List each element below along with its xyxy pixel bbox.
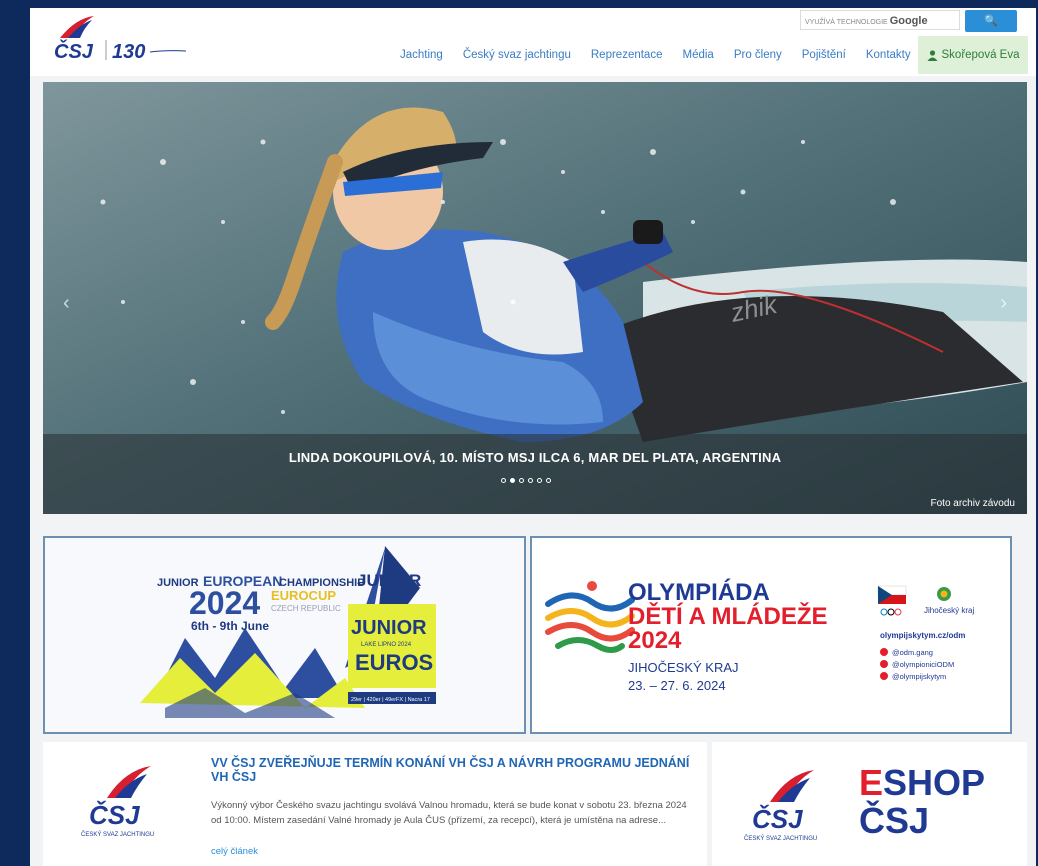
nav-item-media[interactable]: Média	[682, 49, 713, 61]
search-icon: 🔍	[984, 15, 998, 27]
search-label: VYUŽÍVÁ TECHNOLOGIE	[805, 19, 888, 26]
slider-dot[interactable]	[546, 478, 551, 483]
eshop-e: E	[859, 762, 884, 803]
anniversary-logo: 130	[112, 41, 145, 63]
instagram-icon	[880, 648, 888, 656]
eshop-banner[interactable]: ČSJ ČESKÝ SVAZ JACHTINGU ESHOP ČSJ	[712, 742, 1027, 866]
slider-dot-active[interactable]	[510, 478, 515, 483]
nav-item-jachting[interactable]: Jachting	[400, 49, 443, 61]
search-button[interactable]: 🔍	[965, 10, 1017, 32]
slider-dot[interactable]	[528, 478, 533, 483]
odm-url: olympijskytym.cz/odm	[880, 631, 965, 640]
euros-classes: 29er | 420er | 49erFX | Nacra 17	[351, 697, 430, 703]
caption-band	[43, 434, 1027, 514]
main-nav: Jachting Český svaz jachtingu Reprezenta…	[390, 38, 921, 72]
slider-dot[interactable]	[519, 478, 524, 483]
user-name: Skořepová Eva	[941, 49, 1020, 61]
olympiada-graphic: OLYMPIÁDA DĚTÍ A MLÁDEŽE 2024 JIHOČESKÝ …	[532, 538, 1010, 732]
nav-item-csj[interactable]: Český svaz jachtingu	[463, 49, 571, 61]
odm-social2: @olympioniciODM	[892, 660, 954, 669]
news-logo-caption: ČESKÝ SVAZ JACHTINGU	[81, 831, 154, 838]
photo-credit: Foto archiv závodu	[930, 498, 1016, 509]
news-more-link[interactable]: celý článek	[211, 846, 258, 857]
tiktok-icon	[880, 672, 888, 680]
euros-year: 2024	[189, 585, 260, 621]
eshop-label[interactable]: ESHOP ČSJ	[859, 764, 985, 840]
nav-item-kontakty[interactable]: Kontakty	[866, 49, 911, 61]
euros-badge-euros: EUROS	[355, 650, 433, 675]
user-icon	[927, 49, 937, 61]
euros-badge-sub: LAKE LIPNO 2024	[361, 642, 412, 648]
nav-item-pro-cleny[interactable]: Pro členy	[734, 49, 782, 61]
olympiada-banner[interactable]: OLYMPIÁDA DĚTÍ A MLÁDEŽE 2024 JIHOČESKÝ …	[530, 536, 1012, 734]
slider-dots	[501, 478, 551, 483]
euros-country: CZECH REPUBLIC	[271, 604, 341, 613]
eshop-logo-caption: ČESKÝ SVAZ JACHTINGU	[744, 835, 817, 842]
slider-next-icon[interactable]: ›	[1000, 292, 1007, 315]
czech-flag-icon	[877, 585, 907, 604]
news-body: Výkonný výbor Českého svazu jachtingu sv…	[211, 800, 687, 826]
odm-title2: DĚTÍ A MLÁDEŽE	[628, 602, 828, 630]
euros-dates: 6th - 9th June	[191, 619, 269, 633]
euros-eurocup: EUROCUP	[271, 588, 336, 603]
user-menu[interactable]: Skořepová Eva	[918, 36, 1028, 74]
euros-badge-junior: JUNIOR	[351, 617, 427, 639]
facebook-icon	[880, 660, 888, 668]
csj-logo[interactable]: ČSJ 130	[46, 14, 196, 64]
slide-caption[interactable]: LINDA DOKOUPILOVÁ, 10. MÍSTO MSJ ILCA 6,…	[43, 450, 1027, 465]
news-item: ČSJ ČESKÝ SVAZ JACHTINGU VV ČSJ ZVEŘEJŇU…	[43, 742, 707, 866]
slider-dot[interactable]	[501, 478, 506, 483]
junior-euros-graphic: JUNIOR JUNIOR EUROPEAN CHAMPIONSHIP 2024…	[45, 538, 524, 732]
search-area: VYUŽÍVÁ TECHNOLOGIE Google 🔍	[800, 10, 1017, 32]
nav-item-reprezentace[interactable]: Reprezentace	[591, 49, 663, 61]
euros-title-line1-a: JUNIOR	[357, 571, 421, 590]
search-input[interactable]: VYUŽÍVÁ TECHNOLOGIE Google	[800, 10, 960, 30]
odm-dates: 23. – 27. 6. 2024	[628, 678, 726, 693]
logo-text: ČSJ	[54, 39, 94, 63]
news-logo-text: ČSJ	[89, 800, 140, 830]
odm-region: JIHOČESKÝ KRAJ	[628, 660, 739, 675]
hero-slider[interactable]: zhik ‹ › LINDA DOKOUPILOVÁ, 10. MÍSTO MS…	[43, 82, 1027, 514]
google-brand: Google	[889, 15, 928, 27]
odm-year: 2024	[628, 627, 682, 654]
news-csj-logo[interactable]: ČSJ ČESKÝ SVAZ JACHTINGU	[77, 758, 167, 838]
odm-title1: OLYMPIÁDA	[628, 578, 770, 606]
slider-prev-icon[interactable]: ‹	[63, 292, 70, 315]
page: ČSJ 130 VYUŽÍVÁ TECHNOLOGIE Google 🔍 Jac…	[30, 8, 1036, 866]
junior-euros-banner[interactable]: JUNIOR JUNIOR EUROPEAN CHAMPIONSHIP 2024…	[43, 536, 526, 734]
slider-dot[interactable]	[537, 478, 542, 483]
odm-social1: @odm.gang	[892, 648, 933, 657]
eshop-csj: ČSJ	[859, 800, 930, 841]
news-title[interactable]: VV ČSJ ZVEŘEJŇUJE TERMÍN KONÁNÍ VH ČSJ A…	[211, 756, 691, 784]
eshop-csj-logo: ČSJ ČESKÝ SVAZ JACHTINGU	[740, 762, 830, 844]
eshop-logo-text: ČSJ	[752, 804, 803, 834]
nav-item-pojisteni[interactable]: Pojištění	[802, 49, 846, 61]
eshop-shop: SHOP	[883, 762, 986, 803]
odm-region-small: Jihočeský kraj	[924, 606, 974, 615]
jihocesky-kraj-logo-icon	[937, 587, 951, 601]
site-header: ČSJ 130 VYUŽÍVÁ TECHNOLOGIE Google 🔍 Jac…	[30, 8, 1036, 76]
odm-social3: @olympijskytym	[892, 672, 946, 681]
